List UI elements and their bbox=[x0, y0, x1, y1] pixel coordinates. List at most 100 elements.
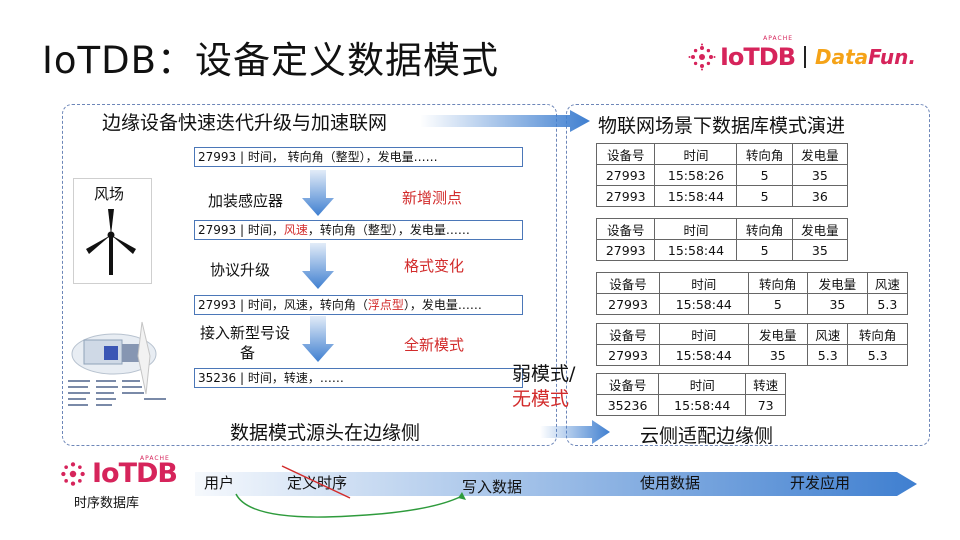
schema-table-5: 设备号 时间 转速 35236 15:58:44 73 bbox=[595, 373, 786, 416]
table-header-cell: 风速 bbox=[807, 323, 849, 345]
schema-table-3: 设备号 时间 转向角 发电量 风速 27993 15:58:44 5 35 5.… bbox=[595, 272, 909, 315]
table-cell: 27993 bbox=[595, 239, 656, 261]
table-header-row: 设备号 时间 转向角 发电量 风速 bbox=[595, 272, 909, 294]
footer-subtitle: 时序数据库 bbox=[74, 496, 140, 511]
step-3-action-line1: 接入新型号设 bbox=[200, 324, 291, 342]
table-header-cell: 发电量 bbox=[807, 272, 868, 294]
table-cell: 15:58:44 bbox=[658, 394, 747, 416]
step-2-effect: 格式变化 bbox=[404, 257, 465, 275]
table-header-cell: 设备号 bbox=[595, 218, 656, 240]
table-header-cell: 风速 bbox=[866, 272, 909, 294]
table-header-cell: 转速 bbox=[745, 373, 786, 395]
table-header-cell: 发电量 bbox=[747, 323, 809, 345]
table-cell: 27993 bbox=[595, 185, 656, 207]
table-cell: 15:58:44 bbox=[659, 293, 749, 315]
record-3-text-a: 27993 | 时间，风速，转向角（ bbox=[198, 298, 368, 312]
flow-step-write-data: 写入数据 bbox=[462, 478, 523, 496]
down-arrow-icon bbox=[302, 170, 334, 216]
table-cell: 73 bbox=[745, 394, 786, 416]
datafun-logo: DataFun. bbox=[815, 45, 916, 69]
table-cell: 5 bbox=[747, 293, 809, 315]
table-cell: 5 bbox=[736, 164, 793, 186]
iotdb-logo-text: IoTDB bbox=[720, 43, 796, 71]
table-cell: 5 bbox=[736, 239, 793, 261]
table-cell: 15:58:44 bbox=[659, 344, 749, 366]
table-cell: 5 bbox=[736, 185, 793, 207]
datafun-logo-part2: Fun. bbox=[868, 45, 916, 69]
table-header-row: 设备号 时间 发电量 风速 转向角 bbox=[595, 323, 908, 345]
weak-schema-line2: 无模式 bbox=[512, 388, 570, 410]
footer-iotdb-logo: IoTDB bbox=[58, 458, 178, 489]
iotdb-logo: IoTDB APACHE bbox=[688, 35, 796, 71]
table-cell: 35 bbox=[791, 164, 849, 186]
step-2-action: 协议升级 bbox=[210, 261, 271, 279]
table-cell: 35 bbox=[807, 293, 868, 315]
schema-table-4: 设备号 时间 发电量 风速 转向角 27993 15:58:44 35 5.3 … bbox=[595, 323, 908, 366]
record-4-text: 35236 | 时间，转速，…… bbox=[198, 371, 344, 385]
down-arrow-icon bbox=[302, 316, 334, 362]
table-header-cell: 发电量 bbox=[791, 218, 849, 240]
weak-schema-line1: 弱模式/ bbox=[512, 363, 576, 385]
table-cell: 5.3 bbox=[807, 344, 849, 366]
datafun-logo-part1: Data bbox=[815, 45, 869, 69]
table-cell: 27993 bbox=[595, 164, 656, 186]
schema-table-1: 设备号 时间 转向角 发电量 27993 15:58:26 5 35 27993… bbox=[595, 143, 849, 207]
right-panel-conclusion: 云侧适配边缘侧 bbox=[640, 425, 774, 447]
record-2-text-b: ，转向角（整型），发电量…… bbox=[307, 223, 470, 237]
table-header-cell: 发电量 bbox=[791, 143, 849, 165]
table-header-cell: 设备号 bbox=[595, 272, 661, 294]
table-header-row: 设备号 时间 转速 bbox=[595, 373, 786, 395]
table-header-cell: 转向角 bbox=[747, 272, 809, 294]
record-1: 27993 | 时间， 转向角（整型），发电量…… bbox=[194, 147, 523, 167]
wind-farm-label: 风场 bbox=[94, 185, 125, 203]
left-panel-title: 边缘设备快速迭代升级与加速联网 bbox=[102, 112, 388, 134]
footer-apache-label: APACHE bbox=[140, 455, 170, 462]
record-1-text: 27993 | 时间， 转向角（整型），发电量…… bbox=[198, 150, 438, 164]
table-cell: 35 bbox=[747, 344, 809, 366]
apache-label: APACHE bbox=[763, 35, 794, 42]
wind-turbine-icon bbox=[86, 209, 136, 275]
record-3-text-b: ），发电量…… bbox=[403, 298, 482, 312]
turbine-nacelle-icon bbox=[68, 321, 166, 406]
table-cell: 15:58:26 bbox=[654, 164, 738, 186]
table-cell: 27993 bbox=[595, 293, 661, 315]
record-3: 27993 | 时间，风速，转向角（浮点型），发电量…… bbox=[194, 295, 523, 315]
record-2-text-a: 27993 | 时间， bbox=[198, 223, 284, 237]
table-header-cell: 转向角 bbox=[847, 323, 908, 345]
table-row: 27993 15:58:44 5 36 bbox=[595, 185, 849, 207]
table-cell: 27993 bbox=[595, 344, 661, 366]
table-header-cell: 设备号 bbox=[595, 373, 660, 395]
flow-step-develop-app: 开发应用 bbox=[790, 474, 851, 492]
table-header-cell: 时间 bbox=[659, 272, 749, 294]
edge-to-cloud-arrow-icon bbox=[540, 420, 610, 444]
table-cell: 36 bbox=[791, 185, 849, 207]
table-header-cell: 转向角 bbox=[736, 143, 793, 165]
header-arrow-icon bbox=[420, 110, 590, 132]
table-cell: 35236 bbox=[595, 394, 660, 416]
right-panel-title: 物联网场景下数据库模式演进 bbox=[598, 115, 846, 137]
logo-separator bbox=[804, 46, 807, 68]
table-header-cell: 时间 bbox=[659, 323, 749, 345]
record-3-changed-type: 浮点型 bbox=[367, 298, 404, 312]
table-cell: 15:58:44 bbox=[654, 185, 738, 207]
step-1-action: 加装感应器 bbox=[208, 192, 284, 210]
table-header-cell: 设备号 bbox=[595, 323, 661, 345]
table-row: 27993 15:58:44 35 5.3 5.3 bbox=[595, 344, 908, 366]
table-header-cell: 时间 bbox=[654, 143, 738, 165]
table-header-cell: 设备号 bbox=[595, 143, 656, 165]
skip-curve-arrow-icon bbox=[235, 492, 466, 518]
step-3-effect: 全新模式 bbox=[404, 336, 465, 354]
record-4: 35236 | 时间，转速，…… bbox=[194, 368, 523, 388]
table-row: 27993 15:58:44 5 35 5.3 bbox=[595, 293, 909, 315]
table-row: 27993 15:58:26 5 35 bbox=[595, 164, 849, 186]
record-2: 27993 | 时间，风速，转向角（整型），发电量…… bbox=[194, 220, 523, 240]
table-header-row: 设备号 时间 转向角 发电量 bbox=[595, 218, 849, 240]
left-panel-conclusion: 数据模式源头在边缘侧 bbox=[230, 422, 421, 444]
record-2-new-field: 风速 bbox=[283, 223, 308, 237]
table-header-cell: 时间 bbox=[658, 373, 747, 395]
schema-table-2: 设备号 时间 转向角 发电量 27993 15:58:44 5 35 bbox=[595, 218, 849, 261]
step-3-action-line2: 备 bbox=[240, 344, 256, 362]
down-arrow-icon bbox=[302, 243, 334, 289]
page-title: IoTDB：设备定义数据模式 bbox=[42, 39, 500, 82]
weak-schema-label: 弱模式/ 无模式 bbox=[512, 362, 575, 412]
